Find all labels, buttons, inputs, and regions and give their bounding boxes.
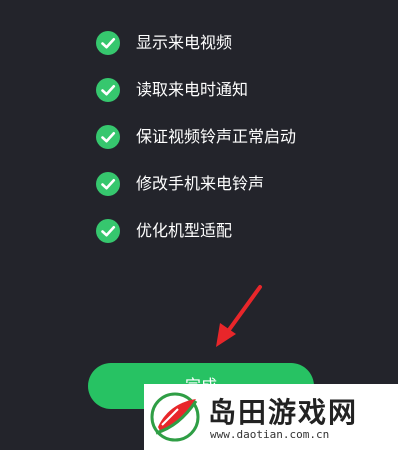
watermark-url: www.daotian.com.cn bbox=[210, 428, 330, 441]
permission-complete-screen: 显示来电视频 读取来电时通知 保证视频铃声正常启动 修改手机来电铃声 优化机型适… bbox=[0, 0, 398, 450]
watermark: 岛田游戏网 www.daotian.com.cn bbox=[144, 384, 398, 450]
site-logo-icon bbox=[150, 392, 200, 442]
watermark-title: 岛田游戏网 bbox=[208, 396, 359, 429]
